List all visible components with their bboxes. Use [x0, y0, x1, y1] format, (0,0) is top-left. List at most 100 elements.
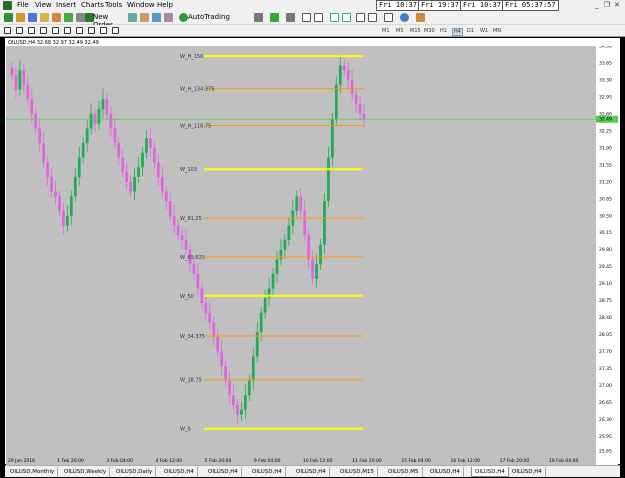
candle-body — [354, 94, 358, 105]
new-chart-icon[interactable] — [4, 13, 13, 22]
level-label: W_103 — [180, 167, 197, 173]
level-label: W_H_150 — [180, 54, 203, 60]
chart-tab[interactable]: OILUSD,Weekly — [61, 467, 111, 477]
timeframe-m15[interactable]: M15 — [410, 28, 421, 34]
autotrading-button[interactable]: AutoTrading — [178, 12, 230, 24]
restore-icon[interactable]: ❐ — [604, 1, 610, 9]
channel-icon[interactable] — [64, 27, 71, 34]
price-tick-label: 33.30 — [599, 77, 612, 83]
menu-file[interactable]: File — [17, 1, 29, 9]
candle-body — [168, 201, 172, 216]
autotrading-icon — [179, 13, 188, 22]
menu-view[interactable]: View — [35, 1, 52, 9]
timeframe-m30[interactable]: M30 — [424, 28, 435, 34]
candle-body — [38, 128, 42, 144]
close-icon[interactable]: ✕ — [614, 1, 620, 9]
candle-body — [247, 380, 251, 396]
vertical-line-icon[interactable] — [28, 27, 35, 34]
label-tool-icon[interactable] — [100, 27, 107, 34]
chart-tab[interactable]: OILUSD,H4 — [471, 467, 509, 477]
candle-body — [342, 65, 346, 71]
market-watch-icon[interactable] — [40, 13, 49, 22]
candle-body — [69, 196, 73, 216]
candle-body — [77, 157, 81, 177]
arrows-icon[interactable] — [112, 27, 119, 34]
price-tick-label: 31.55 — [599, 162, 612, 168]
bar-chart-icon[interactable] — [254, 13, 263, 22]
metaeditor-icon[interactable] — [128, 13, 137, 22]
cursor-icon[interactable] — [4, 27, 11, 34]
trendline-icon[interactable] — [52, 27, 59, 34]
timeframe-mn[interactable]: MN — [493, 28, 501, 34]
candle-body — [180, 235, 184, 241]
candle-body — [251, 356, 255, 381]
standard-toolbar: New Order AutoTrading — [0, 11, 625, 29]
candlestick-icon[interactable] — [270, 13, 279, 22]
chart-tab[interactable]: OILUSD,Monthly — [7, 467, 59, 477]
menu-insert[interactable]: Insert — [56, 1, 76, 9]
minimize-icon[interactable]: _ — [595, 1, 599, 9]
candle-body — [216, 337, 220, 352]
chart-tab[interactable]: OILUSD,H4 — [509, 467, 546, 477]
candle-body — [196, 273, 200, 289]
timeframe-m5[interactable]: M5 — [396, 28, 404, 34]
signals-icon[interactable] — [140, 13, 149, 22]
candle-body — [295, 196, 299, 211]
price-tick-label: 29.80 — [599, 247, 612, 253]
timeframe-d1[interactable]: D1 — [467, 28, 474, 34]
chart-window-icon[interactable] — [28, 13, 37, 22]
candle-body — [65, 215, 69, 226]
chart-tab[interactable]: OILUSD,M15 — [337, 467, 378, 477]
chart-tab[interactable]: OILUSD,H4 — [293, 467, 330, 477]
line-chart-icon[interactable] — [286, 13, 295, 22]
price-tick-label: 32.95 — [599, 94, 612, 100]
candle-body — [152, 147, 156, 163]
menu-window[interactable]: Window — [127, 1, 155, 9]
chart-tab[interactable]: OILUSD,H4 — [249, 467, 286, 477]
time-tick-label: 11 Feb 20:00 — [352, 458, 382, 464]
zoom-out-icon[interactable] — [342, 13, 351, 22]
timeframe-m1[interactable]: M1 — [382, 28, 390, 34]
price-tick-label: 31.20 — [599, 179, 612, 185]
menu-help[interactable]: Help — [157, 1, 173, 9]
chart-shift-icon[interactable] — [302, 13, 311, 22]
chart-plot[interactable]: W_H_150 W_H_134.375 W_H_118.75 W_103 W_81.25… — [6, 46, 618, 465]
chart-tab[interactable]: OILUSD,H4 — [161, 467, 198, 477]
candle-body — [18, 70, 22, 90]
grid-icon[interactable] — [368, 13, 377, 22]
terminal-icon[interactable] — [64, 13, 73, 22]
options-icon[interactable] — [164, 13, 173, 22]
chart-tab[interactable]: OILUSD,H4 — [427, 467, 464, 477]
indicators-icon[interactable] — [400, 13, 409, 22]
fibonacci-icon[interactable] — [76, 27, 83, 34]
timeframe-h1[interactable]: H1 — [440, 28, 447, 34]
horizontal-line-icon[interactable] — [40, 27, 47, 34]
autoscroll-icon[interactable] — [314, 13, 323, 22]
time-tick-label: 17 Feb 20:00 — [500, 458, 530, 464]
price-tick-label: 28.75 — [599, 298, 612, 304]
time-tick-label: 19 Feb 04:00 — [549, 458, 579, 464]
zoom-in-icon[interactable] — [330, 13, 339, 22]
text-tool-icon[interactable] — [88, 27, 95, 34]
timeframe-h4[interactable]: H4 — [452, 28, 463, 36]
candle-body — [323, 201, 326, 245]
price-tick-label: 27.70 — [599, 349, 612, 355]
periods-icon[interactable] — [384, 13, 393, 22]
menu-charts[interactable]: Charts — [81, 1, 104, 9]
candle-body — [243, 395, 247, 410]
time-tick-label: 3 Feb 04:00 — [106, 458, 133, 464]
crosshair-icon[interactable] — [16, 27, 23, 34]
time-tick-label: 1 Feb 20:00 — [57, 458, 84, 464]
tile-windows-icon[interactable] — [356, 13, 365, 22]
chart-tab[interactable]: OILUSD,H4 — [205, 467, 242, 477]
menu-tools[interactable]: Tools — [105, 1, 122, 9]
chart-tab[interactable]: OILUSD,Daily — [113, 467, 157, 477]
candle-body — [220, 351, 224, 367]
navigator-icon[interactable] — [52, 13, 61, 22]
new-order-button[interactable]: New Order — [84, 12, 122, 29]
market-icon[interactable] — [152, 13, 161, 22]
templates-icon[interactable] — [416, 13, 425, 22]
timeframe-w1[interactable]: W1 — [480, 28, 488, 34]
chart-tab[interactable]: OILUSD,M5 — [385, 467, 423, 477]
profiles-icon[interactable] — [16, 13, 25, 22]
